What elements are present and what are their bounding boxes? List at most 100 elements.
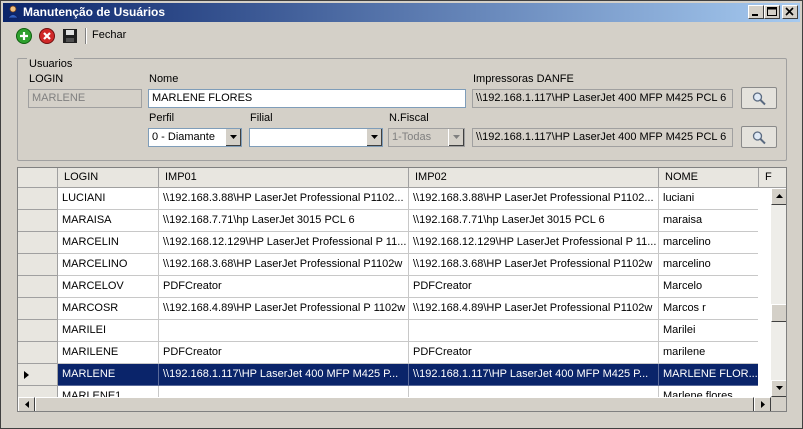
search-impressora1-button[interactable] [741, 87, 777, 109]
cell-imp02[interactable]: PDFCreator [409, 276, 659, 298]
cell-login[interactable]: MARCELINO [58, 254, 159, 276]
usuarios-group-label: Usuarios [27, 58, 75, 70]
impressoras-label: Impressoras DANFE [473, 73, 574, 85]
app-icon [6, 5, 20, 19]
nome-field[interactable]: MARLENE FLORES [148, 89, 466, 108]
cell-nome[interactable]: Marilei [659, 320, 758, 342]
main-window: Manutenção de Usuários Fechar Usuarios L… [0, 0, 803, 429]
cell-nome[interactable]: Marcos r [659, 298, 758, 320]
chevron-down-icon[interactable] [366, 129, 382, 146]
vertical-scrollbar[interactable] [771, 188, 786, 397]
cell-imp02[interactable]: PDFCreator [409, 342, 659, 364]
table-row[interactable]: MARAISA \\192.168.7.71\hp LaserJet 3015 P… [18, 210, 758, 232]
table-row[interactable]: MARCELOVPDFCreatorPDFCreatorMarcelo1 [18, 276, 758, 298]
cell-imp01[interactable]: \\192.168.3.68\HP LaserJet Professional … [159, 254, 409, 276]
table-row[interactable]: MARCELIN \\192.168.12.129\HP LaserJet Pro… [18, 232, 758, 254]
row-pointer-icon [24, 371, 29, 379]
row-header[interactable] [18, 254, 58, 276]
chevron-down-icon[interactable] [225, 129, 241, 146]
vertical-scroll-thumb[interactable] [771, 304, 786, 322]
row-header[interactable] [18, 210, 58, 232]
cell-login[interactable]: MARCELIN [58, 232, 159, 254]
cell-imp02[interactable] [409, 320, 659, 342]
nfiscal-select[interactable]: 1-Todas [388, 128, 465, 147]
cell-login[interactable]: MARILEI [58, 320, 159, 342]
table-row[interactable]: MARLENE \\192.168.1.117\HP LaserJet 400 M… [18, 364, 758, 386]
cell-login[interactable]: MARAISA [58, 210, 159, 232]
cell-nome[interactable]: maraisa [659, 210, 758, 232]
cell-imp01[interactable]: \\192.168.3.88\HP LaserJet Professional … [159, 188, 409, 210]
plus-circle-green-icon[interactable] [15, 27, 33, 45]
close-button[interactable]: Fechar [92, 29, 126, 41]
cell-nome[interactable]: luciani [659, 188, 758, 210]
search-impressora2-button[interactable] [741, 126, 777, 148]
row-header-corner[interactable] [18, 168, 58, 188]
cell-imp02[interactable]: \\192.168.12.129\HP LaserJet Professiona… [409, 232, 659, 254]
row-header[interactable] [18, 276, 58, 298]
cell-imp02[interactable]: \\192.168.7.71\hp LaserJet 3015 PCL 6 [409, 210, 659, 232]
minimize-icon[interactable] [748, 5, 764, 19]
cell-login[interactable]: LUCIANI [58, 188, 159, 210]
horizontal-scrollbar[interactable] [18, 397, 771, 411]
table-row[interactable]: MARCELINO \\192.168.3.68\HP LaserJet Prof… [18, 254, 758, 276]
table-row[interactable]: MARILEIMarilei1 [18, 320, 758, 342]
table-row[interactable]: MARCOSR \\192.168.4.89\HP LaserJet Profes… [18, 298, 758, 320]
cell-imp01[interactable] [159, 320, 409, 342]
window-title: Manutenção de Usuários [23, 5, 166, 19]
toolbar-separator [85, 28, 87, 44]
perfil-label: Perfil [149, 112, 175, 124]
scrollbar-corner [771, 397, 786, 411]
scroll-down-icon[interactable] [771, 380, 786, 397]
cell-imp02[interactable]: \\192.168.3.88\HP LaserJet Professional … [409, 188, 659, 210]
cell-imp01[interactable]: \\192.168.1.117\HP LaserJet 400 MFP M425… [159, 364, 409, 386]
perfil-value: 0 - Diamante [152, 131, 215, 143]
cell-imp02[interactable]: \\192.168.1.117\HP LaserJet 400 MFP M425… [409, 364, 659, 386]
cell-nome[interactable]: marcelino [659, 232, 758, 254]
scroll-right-icon[interactable] [754, 397, 771, 411]
column-header-login[interactable]: LOGIN [58, 168, 159, 188]
login-label: LOGIN [29, 73, 64, 85]
filial-select[interactable] [249, 128, 383, 147]
chevron-down-icon [448, 129, 464, 146]
column-header-f[interactable]: F [759, 168, 786, 188]
row-header[interactable] [18, 298, 58, 320]
floppy-disk-icon[interactable] [61, 27, 79, 45]
cell-nome[interactable]: MARLENE FLOR... [659, 364, 758, 386]
scroll-left-icon[interactable] [18, 397, 35, 411]
row-header[interactable] [18, 188, 58, 210]
login-field[interactable]: MARLENE [28, 89, 142, 108]
row-header[interactable] [18, 232, 58, 254]
column-header-imp01[interactable]: IMP01 [159, 168, 409, 188]
impressora1-field[interactable]: \\192.168.1.117\HP LaserJet 400 MFP M425… [472, 89, 733, 108]
cell-imp01[interactable]: \\192.168.7.71\hp LaserJet 3015 PCL 6 [159, 210, 409, 232]
close-icon[interactable] [782, 5, 798, 19]
cell-nome[interactable]: marcelino [659, 254, 758, 276]
table-row[interactable]: LUCIANI \\192.168.3.88\HP LaserJet Profes… [18, 188, 758, 210]
cell-login[interactable]: MARCELOV [58, 276, 159, 298]
row-header[interactable] [18, 342, 58, 364]
perfil-select[interactable]: 0 - Diamante [148, 128, 242, 147]
cell-imp02[interactable]: \\192.168.3.68\HP LaserJet Professional … [409, 254, 659, 276]
horizontal-scroll-thumb[interactable] [35, 397, 754, 411]
cell-imp01[interactable]: PDFCreator [159, 342, 409, 364]
maximize-icon[interactable] [764, 5, 780, 19]
cell-imp01[interactable]: \\192.168.4.89\HP LaserJet Professional … [159, 298, 409, 320]
scroll-up-icon[interactable] [771, 188, 786, 205]
cell-login[interactable]: MARILENE [58, 342, 159, 364]
cell-imp02[interactable]: \\192.168.4.89\HP LaserJet Professional … [409, 298, 659, 320]
title-bar[interactable]: Manutenção de Usuários [3, 3, 800, 22]
cell-login[interactable]: MARCOSR [58, 298, 159, 320]
column-header-imp02[interactable]: IMP02 [409, 168, 659, 188]
row-header[interactable] [18, 320, 58, 342]
x-circle-red-icon[interactable] [38, 27, 56, 45]
cell-nome[interactable]: Marcelo [659, 276, 758, 298]
table-row[interactable]: MARILENEPDFCreatorPDFCreatormarilene0 [18, 342, 758, 364]
cell-login[interactable]: MARLENE [58, 364, 159, 386]
column-header-nome[interactable]: NOME [659, 168, 759, 188]
cell-imp01[interactable]: \\192.168.12.129\HP LaserJet Professiona… [159, 232, 409, 254]
row-header[interactable] [18, 364, 58, 386]
impressora2-field[interactable]: \\192.168.1.117\HP LaserJet 400 MFP M425… [472, 128, 733, 147]
users-grid[interactable]: LOGIN IMP01 IMP02 NOME F LUCIANI \\192.16… [17, 167, 787, 412]
cell-nome[interactable]: marilene [659, 342, 758, 364]
cell-imp01[interactable]: PDFCreator [159, 276, 409, 298]
